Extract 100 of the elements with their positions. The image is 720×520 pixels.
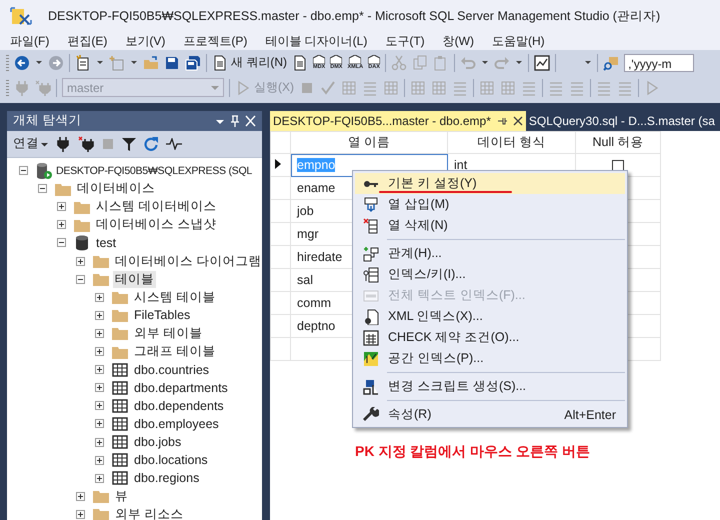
pin-icon[interactable] [496,116,507,126]
expand-toggle[interactable] [95,365,104,374]
expand-toggle[interactable] [95,438,104,447]
plug-disconnect-icon[interactable] [78,136,94,152]
tree-item[interactable]: 데이터베이스 다이어그램 [113,252,262,270]
tree-item[interactable]: dbo.countries [132,362,212,377]
expand-toggle[interactable] [57,220,66,230]
tree-item[interactable]: 그래프 테이블 [132,343,218,360]
table-icon [111,416,129,432]
tree-item[interactable]: dbo.employees [132,416,221,431]
menu-item[interactable]: 보기(V) [119,32,172,50]
menu-item[interactable]: 편집(E) [61,32,114,50]
expand-toggle[interactable] [76,274,85,284]
expand-toggle[interactable] [95,474,104,483]
format-field[interactable]: ,'yyyy-m [624,54,694,72]
column-header: 데이터 형식 [448,132,576,154]
tree-item[interactable]: 테이블 [113,270,156,288]
document-tab[interactable]: DESKTOP-FQI50B5...master - dbo.emp* [270,111,526,131]
folder-icon [111,325,129,342]
expand-toggle[interactable] [95,419,104,428]
column-name-cell[interactable]: sal [297,273,313,287]
column-name-cell[interactable]: hiredate [297,250,342,264]
tree-item[interactable]: FileTables [132,308,192,322]
close-icon[interactable] [512,116,523,126]
caret-icon [211,84,219,92]
tree-item[interactable]: dbo.departments [132,380,230,395]
back-icon[interactable] [14,54,30,70]
tree-item[interactable]: 외부 리소스 [113,506,186,520]
table-icon [111,470,129,486]
table-icon [111,452,129,468]
menu-item[interactable]: 프로젝트(P) [177,32,254,50]
refresh-icon[interactable] [144,136,158,151]
document-icon[interactable] [292,54,308,70]
database-icon [73,234,91,252]
tree-item[interactable]: 외부 테이블 [132,324,204,342]
folder-search-icon[interactable] [603,54,620,70]
tree-item[interactable]: 데이터베이스 [75,180,157,198]
new-query-button[interactable]: 새 쿼리(N) [212,54,287,71]
allow-nulls-checkbox[interactable] [612,160,624,172]
table-icon [111,362,129,378]
column-name-cell[interactable]: ename [297,181,336,195]
tree-item[interactable]: 시스템 테이블 [132,288,218,306]
data-type-cell[interactable]: int [454,158,468,172]
expand-toggle[interactable] [95,383,104,392]
menu-item-icon [363,308,379,324]
expand-toggle[interactable] [38,184,47,194]
expand-toggle[interactable] [95,347,104,356]
expand-toggle[interactable] [76,256,85,266]
tree-item[interactable]: dbo.jobs [132,435,184,450]
tree-item[interactable]: dbo.locations [132,453,210,468]
menu-item[interactable]: XML 인덱스(X)... [355,306,625,327]
menu-item[interactable]: 도구(T) [379,32,431,50]
expand-toggle[interactable] [95,456,104,465]
tree-item[interactable]: test [94,236,118,250]
menu-item-icon [363,288,379,304]
menu-item[interactable]: 속성(R) Alt+Enter [355,404,625,425]
expand-toggle[interactable] [19,166,28,176]
tree-item[interactable]: dbo.dependents [132,398,226,413]
document-tab[interactable]: SQLQuery30.sql - D...S.master (sa [526,111,718,131]
connect-button[interactable]: 연결 [13,135,48,152]
expand-toggle[interactable] [95,328,104,338]
expand-toggle[interactable] [95,292,104,302]
menu-item[interactable]: 창(W) [436,32,480,50]
tree-item[interactable]: dbo.regions [132,471,202,486]
column-name-cell[interactable]: comm [297,296,332,310]
expand-toggle[interactable] [76,492,85,501]
menu-item[interactable]: CHECK 제약 조건(O)... [355,327,625,348]
menu-item[interactable]: 관계(H)... [355,243,625,264]
expand-toggle[interactable] [57,238,66,248]
tree-item[interactable]: 데이터베이스 스냅샷 [94,216,218,234]
save-all-icon[interactable] [185,54,201,70]
checkmark-icon[interactable] [320,80,336,96]
tree-item[interactable]: 뷰 [113,488,130,505]
tree-item[interactable]: 시스템 데이터베이스 [94,198,218,216]
menu-item[interactable]: 변경 스크립트 생성(S)... [355,376,625,397]
expand-toggle[interactable] [95,401,104,410]
menu-item[interactable]: 열 삭제(N) [355,215,625,236]
menu-item[interactable]: 파일(F) [4,32,56,50]
open-folder-icon[interactable] [143,54,159,70]
filter-icon[interactable] [122,136,136,151]
column-name-cell[interactable]: mgr [297,227,319,241]
expand-toggle[interactable] [76,510,85,519]
activity-icon[interactable] [166,138,182,150]
menu-item[interactable]: 테이블 디자이너(L) [259,32,374,50]
menu-item[interactable]: 인덱스/키(I)... [355,264,625,285]
plug-icon[interactable] [56,136,70,152]
save-icon[interactable] [164,54,180,70]
app-logo-icon [10,5,32,27]
column-name-cell[interactable]: deptno [297,319,336,333]
column-name-cell[interactable]: job [297,204,314,218]
expand-toggle[interactable] [57,202,66,212]
menu-item[interactable]: 도움말(H) [486,32,551,50]
column-header: Null 허용 [576,132,660,154]
menu-item[interactable]: 공간 인덱스(P)... [355,348,625,369]
menu-item[interactable]: 기본 키 설정(Y) [355,173,625,194]
tree-item[interactable]: DESKTOP-FQI50B5₩SQLEXPRESS (SQL [56,164,252,177]
server-icon [35,162,53,180]
menu-item[interactable]: 열 삽입(M) [355,194,625,215]
expand-toggle[interactable] [95,310,104,320]
menu-item-icon [363,266,379,282]
